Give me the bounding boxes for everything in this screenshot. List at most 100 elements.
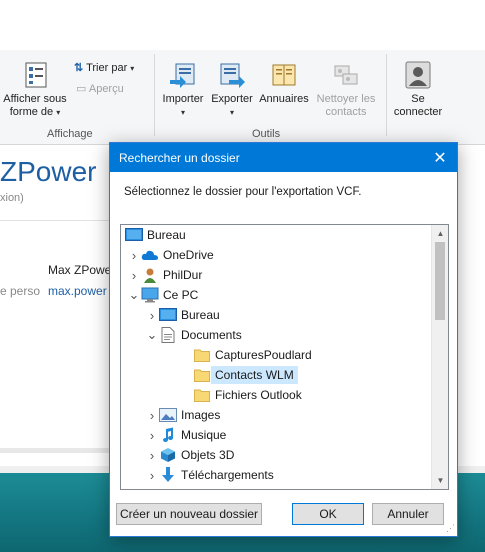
nettoyer-line1: Nettoyer les [316, 93, 376, 105]
tree-row[interactable]: Contacts WLM [179, 365, 298, 385]
tree-row-label: OneDrive [163, 248, 214, 262]
chevron-right-icon[interactable]: › [127, 248, 141, 263]
documents-icon [159, 327, 177, 343]
objects3d-icon [159, 447, 177, 463]
user-signin-icon [405, 61, 431, 89]
apercu-button[interactable]: ▭ Aperçu [76, 83, 124, 96]
trier-par-label: Trier par [86, 62, 128, 74]
nettoyer-contacts-button[interactable]: Nettoyer les contacts [312, 60, 380, 119]
tree-row-label: Ce PC [163, 288, 199, 302]
contact-header-subtitle: xion) [0, 192, 24, 204]
chevron-right-icon[interactable]: › [145, 428, 159, 443]
scroll-up-icon[interactable]: ▲ [432, 225, 448, 242]
tree-row[interactable]: › Téléchargements [145, 465, 274, 485]
importer-label: Importer [162, 93, 204, 105]
exporter-label: Exporter [211, 93, 253, 105]
panel-edge [0, 448, 110, 453]
resize-grip-icon[interactable]: ⋰ [446, 523, 455, 534]
computer-icon [141, 287, 159, 303]
chevron-down-icon: ▾ [180, 108, 185, 117]
user-icon [141, 267, 159, 283]
chevron-down-icon[interactable]: ⌄ [145, 327, 159, 343]
se-connecter-button[interactable]: Se connecter [390, 60, 446, 119]
tree-row-label: Musique [181, 428, 227, 442]
email-link[interactable]: max.power [48, 284, 107, 298]
tree-row[interactable]: › PhilDur [127, 265, 202, 285]
view-as-icon [25, 62, 47, 88]
email-label: e perso [0, 284, 41, 298]
preview-icon: ▭ [76, 83, 87, 95]
sort-icon: ⇅ [74, 62, 84, 74]
tree-row[interactable]: Fichiers Outlook [179, 385, 302, 405]
chevron-right-icon[interactable]: › [145, 448, 159, 463]
se-line1: Se [411, 93, 425, 105]
tree-row[interactable]: CapturesPoudlard [179, 345, 312, 365]
tree-row-label: Documents [181, 328, 242, 342]
music-icon [159, 427, 177, 443]
contact-header-title: ZPower [0, 156, 97, 187]
exporter-button[interactable]: Exporter ▾ [206, 60, 258, 119]
chevron-down-icon: ▾ [130, 64, 135, 73]
chevron-right-icon[interactable]: › [127, 268, 141, 283]
tree-row-label: Bureau [147, 228, 186, 242]
clean-contacts-icon [334, 65, 358, 85]
se-line2: connecter [393, 106, 443, 118]
tree-row-label: Fichiers Outlook [215, 388, 302, 402]
folder-icon [193, 367, 211, 383]
contact-name: Max ZPowe [48, 263, 112, 277]
importer-button[interactable]: Importer ▾ [158, 60, 208, 119]
cancel-button[interactable]: Annuler [372, 503, 444, 525]
tree-row[interactable]: ⌄ Ce PC [127, 285, 198, 305]
close-icon[interactable]: ✕ [423, 143, 457, 172]
tree-row-label: Téléchargements [181, 468, 274, 482]
chevron-down-icon: ▾ [56, 108, 61, 117]
tree-row[interactable]: Bureau [125, 225, 186, 245]
chevron-right-icon[interactable]: › [145, 408, 159, 423]
chevron-down-icon: ▾ [229, 108, 234, 117]
vertical-scrollbar[interactable]: ▲ ▼ [431, 225, 448, 489]
chevron-right-icon[interactable]: › [145, 308, 159, 323]
browse-folder-dialog: Rechercher un dossier ✕ Sélectionnez le … [109, 142, 458, 537]
tree-row[interactable]: › Objets 3D [145, 445, 235, 465]
tree-row-label: CapturesPoudlard [215, 348, 312, 362]
downloads-icon [159, 467, 177, 483]
trier-par-button[interactable]: ⇅ Trier par ▾ [74, 62, 134, 75]
tree-row[interactable]: › Images [145, 405, 221, 425]
scroll-down-icon[interactable]: ▼ [432, 472, 448, 489]
chevron-down-icon[interactable]: ⌄ [127, 287, 141, 303]
outils-group-label: Outils [252, 128, 281, 140]
dialog-title: Rechercher un dossier [119, 151, 240, 165]
window-top-area [0, 0, 485, 50]
tree-row-label: PhilDur [163, 268, 203, 282]
annuaires-button[interactable]: Annuaires [256, 60, 312, 106]
afficher-line2: forme de [9, 106, 54, 118]
new-folder-button[interactable]: Créer un nouveau dossier [116, 503, 262, 525]
tree-row[interactable]: › OneDrive [127, 245, 214, 265]
folder-tree[interactable]: Bureau › OneDrive › PhilDur ⌄ Ce PC › Bureau ⌄ Doc… [120, 224, 449, 490]
afficher-sous-forme-button[interactable]: Afficher sous forme de ▾ [0, 60, 70, 119]
address-book-icon [272, 64, 296, 86]
dialog-message: Sélectionnez le dossier pour l'exportati… [124, 186, 362, 198]
desktop-icon [125, 227, 143, 243]
ribbon: Afficher sous forme de ▾ ⇅ Trier par ▾ ▭… [0, 50, 485, 145]
dialog-body: Sélectionnez le dossier pour l'exportati… [110, 172, 457, 536]
tree-row[interactable]: › Musique [145, 425, 226, 445]
tree-row-label: Images [181, 408, 221, 422]
annuaires-label: Annuaires [259, 93, 309, 105]
images-icon [159, 407, 177, 423]
tree-row-label: Contacts WLM [211, 366, 298, 384]
ribbon-separator [386, 54, 387, 136]
chevron-right-icon[interactable]: › [145, 468, 159, 483]
ribbon-separator [154, 54, 155, 136]
tree-row-label: Bureau [181, 308, 220, 322]
import-icon [170, 63, 195, 88]
ok-button[interactable]: OK [292, 503, 364, 525]
nettoyer-line2: contacts [325, 106, 367, 118]
tree-row[interactable]: › Bureau [145, 305, 220, 325]
tree-row[interactable]: ⌄ Documents [145, 325, 242, 345]
tree-row-label: Objets 3D [181, 448, 235, 462]
export-icon [220, 63, 245, 88]
scroll-thumb[interactable] [435, 242, 445, 320]
afficher-line1: Afficher sous [3, 93, 67, 105]
folder-icon [193, 347, 211, 363]
